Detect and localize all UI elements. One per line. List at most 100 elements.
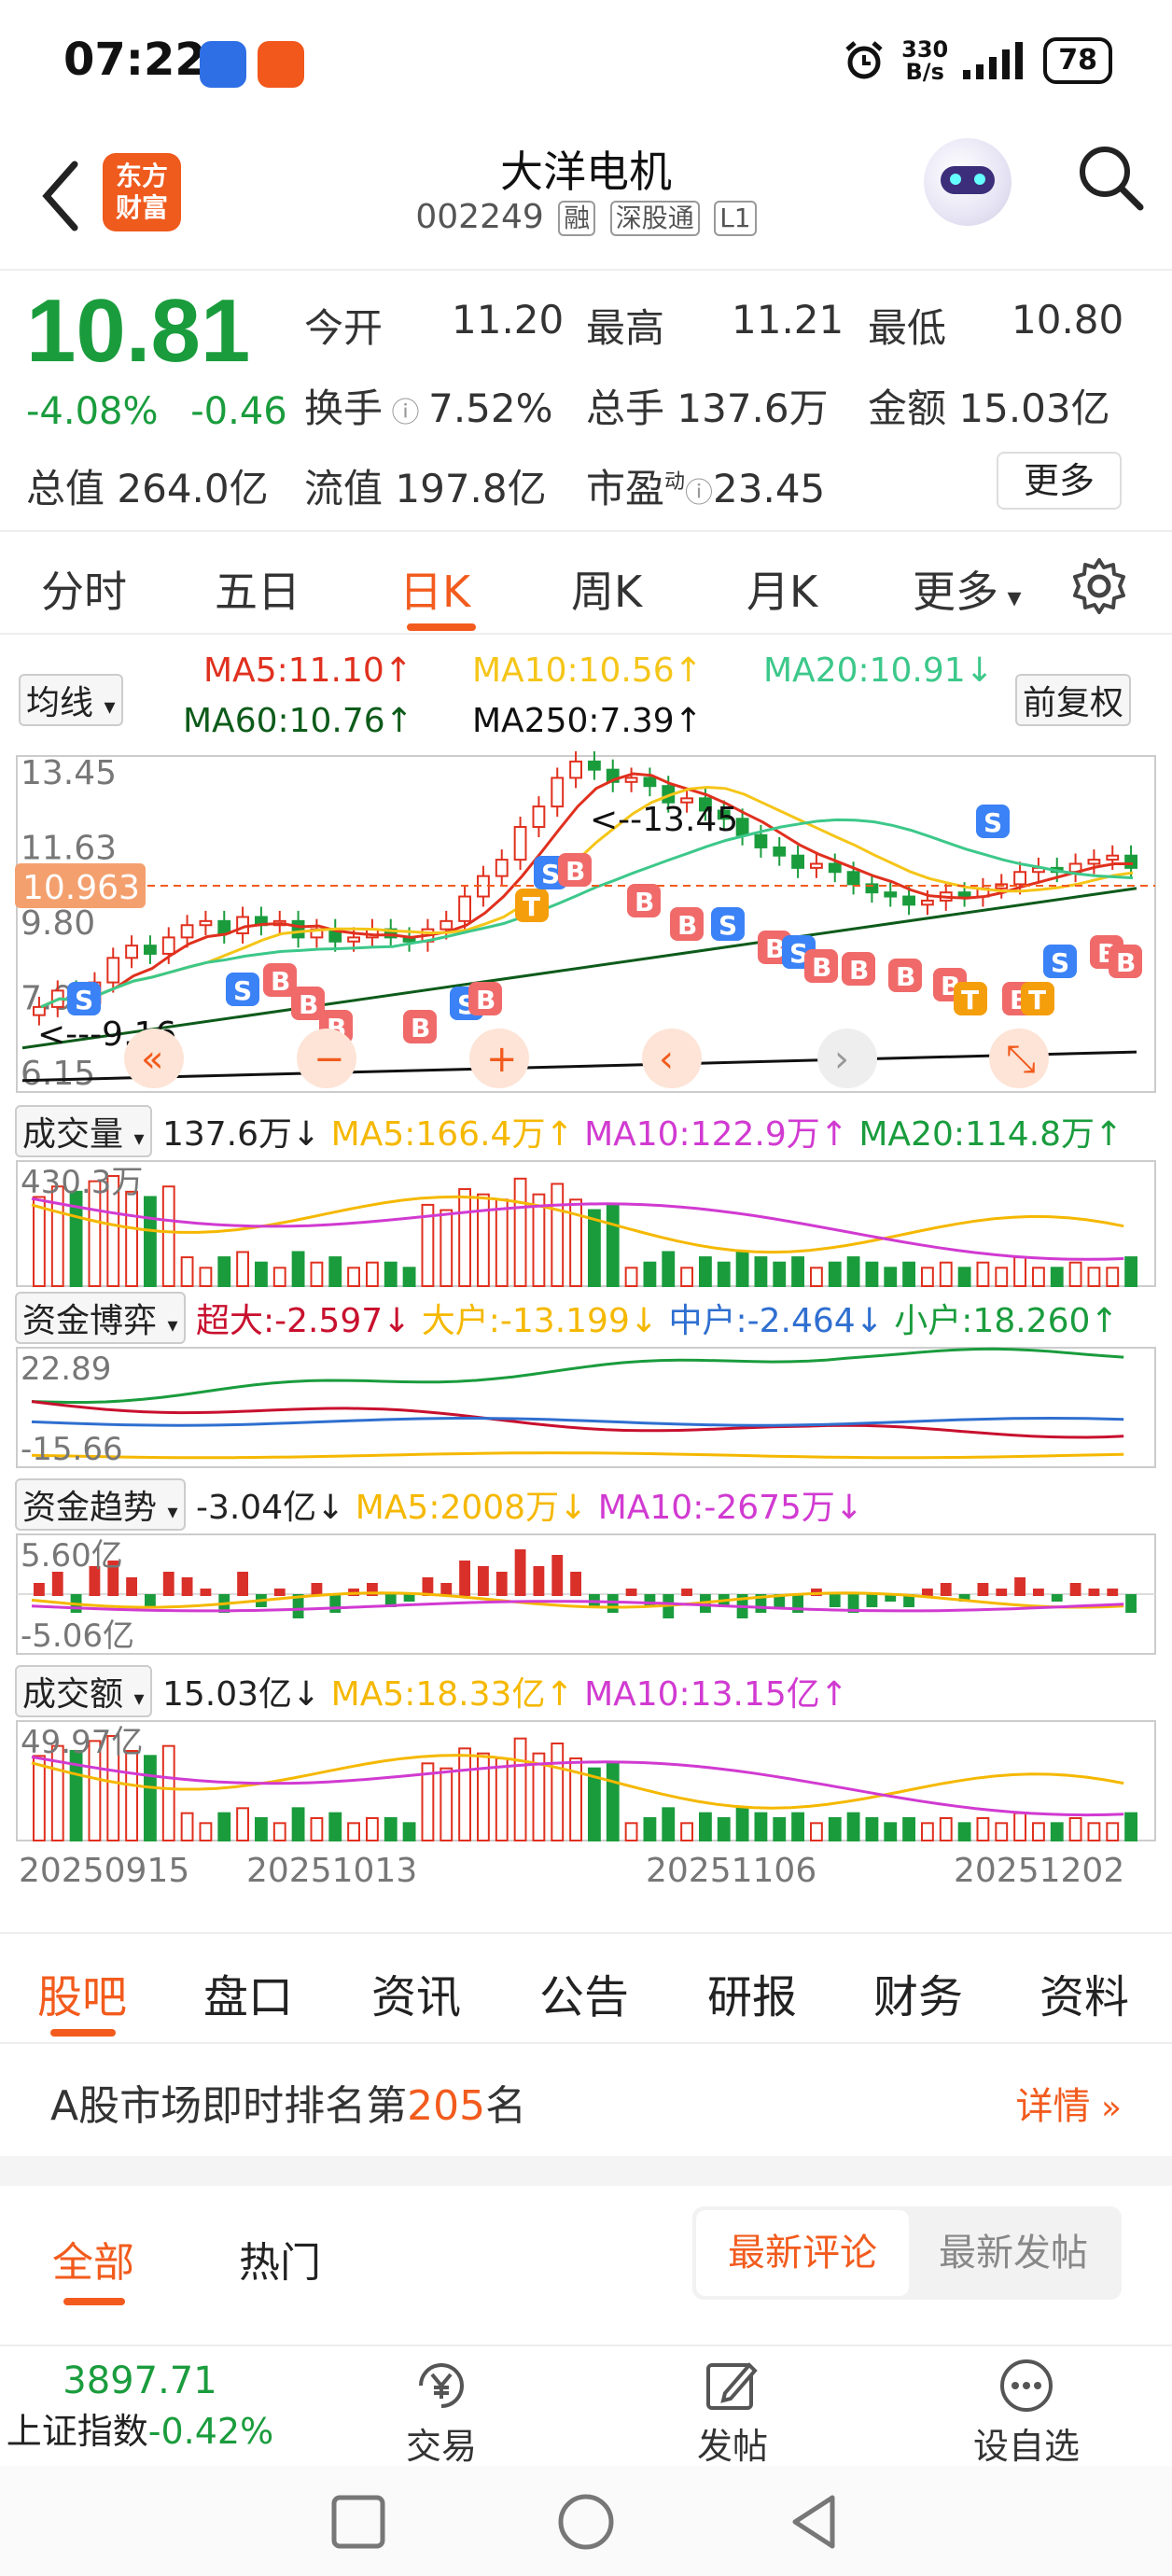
- chart-control-icon: «: [141, 1038, 163, 1081]
- float-cap-field: 流值 197.8亿: [304, 466, 547, 511]
- x-axis-date: 20250915: [19, 1852, 189, 1890]
- tab-guba[interactable]: 股吧: [37, 1960, 127, 2025]
- index-ticker[interactable]: 3897.71 上证指数-0.42%: [0, 2359, 280, 2454]
- amount-bar: [1050, 1822, 1064, 1842]
- amount-bar: [957, 1822, 971, 1842]
- edit-icon: [706, 2362, 758, 2410]
- volume-bar: [217, 1256, 231, 1287]
- tab-research[interactable]: 研报: [707, 1960, 797, 2025]
- candle-body: [106, 957, 120, 984]
- amount-bar: [1068, 1817, 1082, 1841]
- fund-trend-bar: [829, 1594, 841, 1607]
- fund-trend-dropdown[interactable]: 资金趋势 ▾: [15, 1478, 186, 1531]
- amount-bar: [180, 1812, 194, 1841]
- amount-bar: [921, 1822, 934, 1842]
- recents-icon[interactable]: [330, 2494, 386, 2550]
- amount-bar: [402, 1822, 416, 1842]
- fund-trend-bar: [1107, 1589, 1119, 1596]
- amount-dropdown[interactable]: 成交额 ▾: [15, 1665, 152, 1717]
- amount-bar: [1087, 1822, 1101, 1842]
- volume-bar: [902, 1261, 916, 1288]
- amount-bar: [217, 1812, 231, 1841]
- shield-app-icon: [200, 41, 246, 88]
- tab-more[interactable]: 更多 ▾: [913, 558, 1022, 620]
- back-triangle-icon[interactable]: [786, 2492, 842, 2552]
- tab-finance[interactable]: 财务: [873, 1960, 963, 2025]
- fund-trend-bar: [181, 1577, 193, 1596]
- candle-body: [33, 1005, 46, 1016]
- turnover-field: 换手 ⓘ 7.52%: [304, 385, 553, 431]
- candle-body: [735, 818, 749, 836]
- candle-body: [754, 833, 768, 848]
- amount-bar: [272, 1822, 286, 1842]
- rank-detail-link[interactable]: 详情 »: [1016, 2076, 1122, 2130]
- signal-marker-label: B: [635, 887, 654, 917]
- volume-bar: [161, 1185, 175, 1287]
- home-icon[interactable]: [556, 2492, 616, 2552]
- market-rank-row[interactable]: A股市场即时排名第205名 详情 »: [0, 2044, 1172, 2156]
- amount-bar: [773, 1817, 787, 1841]
- volume-bar: [33, 1196, 46, 1288]
- volume-bar: [624, 1267, 638, 1287]
- candle-body: [458, 895, 471, 922]
- signal-marker-label: S: [75, 985, 93, 1015]
- amount-bar: [384, 1817, 398, 1841]
- fund-trend-bar: [681, 1589, 692, 1596]
- tab-monthly-k[interactable]: 月K: [746, 558, 817, 620]
- candle-body: [773, 846, 787, 857]
- candle-body: [1013, 871, 1026, 886]
- amount-bar: [865, 1817, 879, 1841]
- trade-button[interactable]: 交易: [390, 2358, 493, 2469]
- amount-bar: [513, 1737, 527, 1841]
- tab-all[interactable]: 全部: [52, 2229, 134, 2289]
- volume-bar: [995, 1267, 1009, 1287]
- tab-announcements[interactable]: 公告: [539, 1960, 629, 2025]
- post-button[interactable]: 发帖: [681, 2358, 784, 2469]
- fund-trend-legend: 资金趋势 ▾ -3.04亿↓ MA5:2008万↓ MA10:-2675万↓: [15, 1478, 863, 1531]
- tab-hot[interactable]: 热门: [239, 2229, 321, 2289]
- volume-bar: [310, 1261, 324, 1288]
- tab-weekly-k[interactable]: 周K: [571, 558, 642, 620]
- signal-marker-label: T: [1028, 985, 1046, 1015]
- tab-news[interactable]: 资讯: [371, 1960, 461, 2025]
- latest-post-button[interactable]: 最新发帖: [909, 2210, 1118, 2296]
- fund-trend-bar: [273, 1589, 286, 1596]
- fund-trend-bar: [940, 1583, 952, 1596]
- tab-intraday[interactable]: 分时: [41, 558, 127, 620]
- candle-body: [810, 862, 823, 869]
- add-watchlist-button[interactable]: 设自选: [961, 2358, 1092, 2469]
- amount-y-max: 49.97亿: [21, 1724, 143, 1761]
- fund-trend-bar: [607, 1594, 619, 1613]
- latest-comment-button[interactable]: 最新评论: [696, 2210, 909, 2296]
- volume-dropdown[interactable]: 成交量 ▾: [15, 1105, 152, 1157]
- robot-assistant-icon[interactable]: [924, 138, 1012, 226]
- gear-icon[interactable]: [1069, 556, 1129, 616]
- fund-game-legend: 资金博弈 ▾ 超大:-2.597↓ 大户:-13.199↓ 中户:-2.464↓…: [15, 1292, 1119, 1344]
- volume-bar: [865, 1261, 879, 1288]
- tab-pankou[interactable]: 盘口: [203, 1960, 293, 2025]
- candle-body: [957, 891, 971, 898]
- amount-bar: [810, 1822, 823, 1842]
- search-icon[interactable]: [1073, 140, 1148, 215]
- amount-bar: [347, 1822, 360, 1842]
- high-value: 11.21: [732, 297, 844, 343]
- candle-body: [921, 899, 934, 906]
- battery-indicator: 78: [1043, 37, 1112, 84]
- amount-bar: [310, 1817, 324, 1841]
- amount-bar: [717, 1817, 731, 1841]
- tab-daily-k[interactable]: 日K: [399, 558, 470, 620]
- tab-profile[interactable]: 资料: [1039, 1960, 1129, 2025]
- header-divider: [0, 269, 1172, 271]
- tab-five-day[interactable]: 五日: [215, 558, 300, 620]
- fund-game-dropdown[interactable]: 资金博弈 ▾: [15, 1292, 186, 1344]
- fund-trend-bar: [162, 1572, 174, 1596]
- volume-bar: [255, 1261, 268, 1288]
- bottom-nav: 3897.71 上证指数-0.42% 交易 发帖 设自选: [0, 2345, 1172, 2469]
- amount-bar: [255, 1817, 268, 1841]
- more-quote-button[interactable]: 更多: [997, 452, 1122, 510]
- comment-tab-underline: [63, 2298, 125, 2305]
- volume-y-max: 430.3万: [21, 1164, 143, 1201]
- kline-chart-area[interactable]: 13.4511.639.807.986.1510.963<--13.45<---…: [0, 644, 1172, 1932]
- candle-body: [144, 945, 157, 955]
- y-axis-label: 11.63: [21, 830, 117, 868]
